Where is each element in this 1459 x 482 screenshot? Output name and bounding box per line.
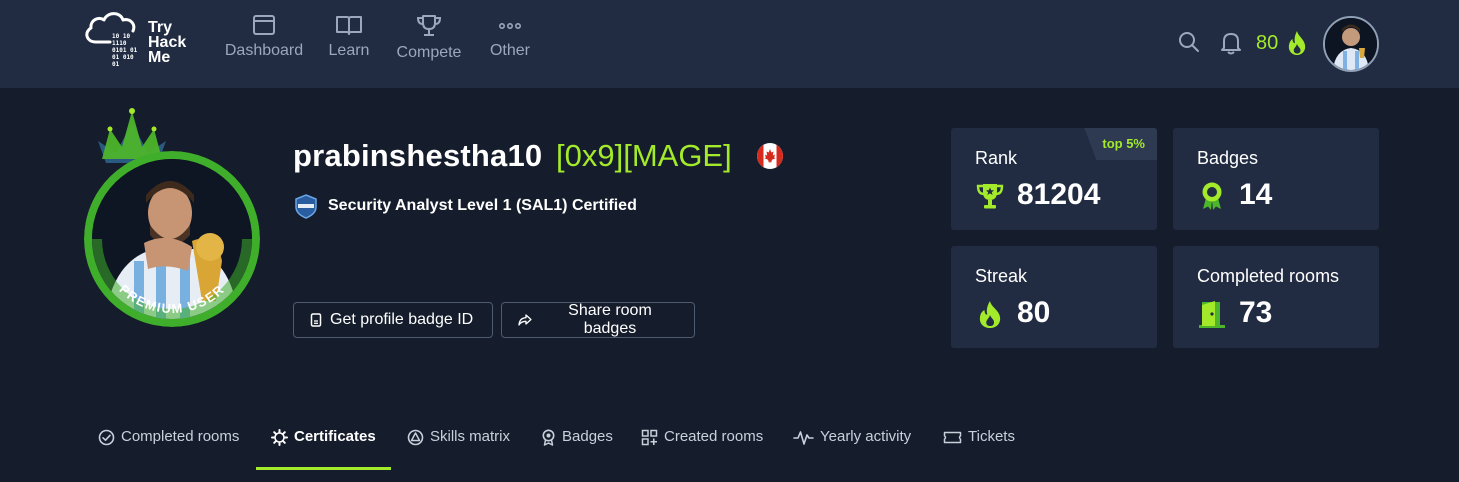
stat-card-completed-rooms: Completed rooms 73	[1173, 246, 1379, 348]
check-circle-icon	[98, 429, 115, 446]
user-avatar[interactable]	[1323, 16, 1379, 72]
nav-compete-label: Compete	[396, 44, 462, 61]
logo-binary-text: 10 10 1110 0101 01 01 010 01	[112, 33, 138, 68]
profile-avatar-block: PREMIUM USER	[82, 107, 262, 329]
dashboard-icon	[253, 15, 275, 35]
stat-completed-title: Completed rooms	[1197, 266, 1340, 286]
certification-line: Security Analyst Level 1 (SAL1) Certifie…	[293, 192, 637, 220]
canada-flag-icon	[757, 143, 783, 169]
nav-compete[interactable]: Compete	[393, 12, 465, 76]
gear-icon	[271, 429, 288, 446]
top-percent-badge: top 5%	[1084, 128, 1157, 160]
tab-badges-label: Badges	[562, 428, 613, 445]
flame-icon	[1288, 31, 1306, 55]
tab-certificates[interactable]: Certificates	[271, 428, 376, 462]
stat-rank-title: Rank	[975, 148, 1018, 168]
stat-card-rank: top 5% Rank 81204	[951, 128, 1157, 230]
ticket-icon	[943, 431, 962, 444]
grid-plus-icon	[641, 429, 658, 446]
certification-shield-icon	[295, 194, 317, 219]
stat-card-badges: Badges 14	[1173, 128, 1379, 230]
activity-icon	[793, 431, 814, 445]
search-icon[interactable]	[1178, 31, 1200, 53]
profile-photo: PREMIUM USER	[84, 151, 260, 327]
stat-badges-value: 14	[1239, 178, 1273, 211]
nav-learn-label: Learn	[328, 42, 370, 59]
tab-yearly-activity[interactable]: Yearly activity	[793, 428, 911, 462]
tab-completed-rooms-label: Completed rooms	[121, 428, 240, 445]
tab-completed-rooms[interactable]: Completed rooms	[98, 428, 239, 462]
nav-dashboard-label: Dashboard	[224, 42, 304, 59]
share-icon	[518, 314, 532, 326]
nav-dashboard[interactable]: Dashboard	[222, 12, 306, 76]
get-profile-badge-id-button[interactable]: Get profile badge ID	[293, 302, 493, 338]
nav-other[interactable]: Other	[486, 12, 534, 76]
get-profile-badge-id-label: Get profile badge ID	[330, 311, 474, 328]
stat-badges-title: Badges	[1197, 148, 1259, 168]
nav-other-label: Other	[489, 42, 530, 59]
top-navigation-bar: 10 10 1110 0101 01 01 010 01 Try Hack Me…	[0, 0, 1459, 88]
tab-yearly-activity-label: Yearly activity	[820, 428, 912, 445]
trophy-icon	[416, 15, 442, 36]
id-badge-icon	[310, 313, 322, 327]
share-room-badges-button[interactable]: Share room badges	[501, 302, 695, 338]
tab-created-rooms-label: Created rooms	[664, 428, 764, 445]
stat-completed-value: 73	[1239, 296, 1273, 329]
trophy-icon	[976, 184, 1004, 209]
profile-picture: PREMIUM USER	[84, 151, 260, 327]
medal-icon	[1202, 182, 1222, 210]
certification-text: Security Analyst Level 1 (SAL1) Certifie…	[328, 197, 637, 214]
logo-wordmark: Try Hack Me	[148, 19, 187, 66]
tab-tickets-label: Tickets	[968, 428, 1015, 445]
medal-icon	[542, 429, 555, 446]
topbar-streak[interactable]: 80	[1256, 32, 1278, 55]
stat-streak-title: Streak	[975, 266, 1028, 286]
profile-username: prabinshestha10	[293, 138, 543, 173]
dots-icon	[498, 23, 521, 30]
tab-badges[interactable]: Badges	[541, 428, 613, 462]
radar-icon	[407, 429, 424, 446]
stat-card-streak: Streak 80	[951, 246, 1157, 348]
bell-icon[interactable]	[1220, 31, 1242, 55]
active-tab-indicator	[256, 467, 391, 470]
tab-tickets[interactable]: Tickets	[943, 428, 1015, 462]
tab-certificates-label: Certificates	[294, 428, 376, 445]
stat-streak-value: 80	[1017, 296, 1051, 329]
door-icon	[1199, 301, 1225, 328]
book-icon	[336, 16, 362, 35]
profile-rank-title: [0x9][MAGE]	[556, 138, 732, 173]
topbar-streak-count: 80	[1256, 32, 1279, 54]
avatar-image	[1325, 18, 1377, 70]
tab-created-rooms[interactable]: Created rooms	[641, 428, 763, 462]
stat-rank-value: 81204	[1017, 178, 1101, 211]
tab-skills-matrix[interactable]: Skills matrix	[407, 428, 510, 462]
tab-skills-matrix-label: Skills matrix	[430, 428, 511, 445]
share-room-badges-label: Share room badges	[568, 302, 652, 337]
flame-icon	[979, 301, 1001, 328]
nav-learn[interactable]: Learn	[326, 12, 372, 76]
